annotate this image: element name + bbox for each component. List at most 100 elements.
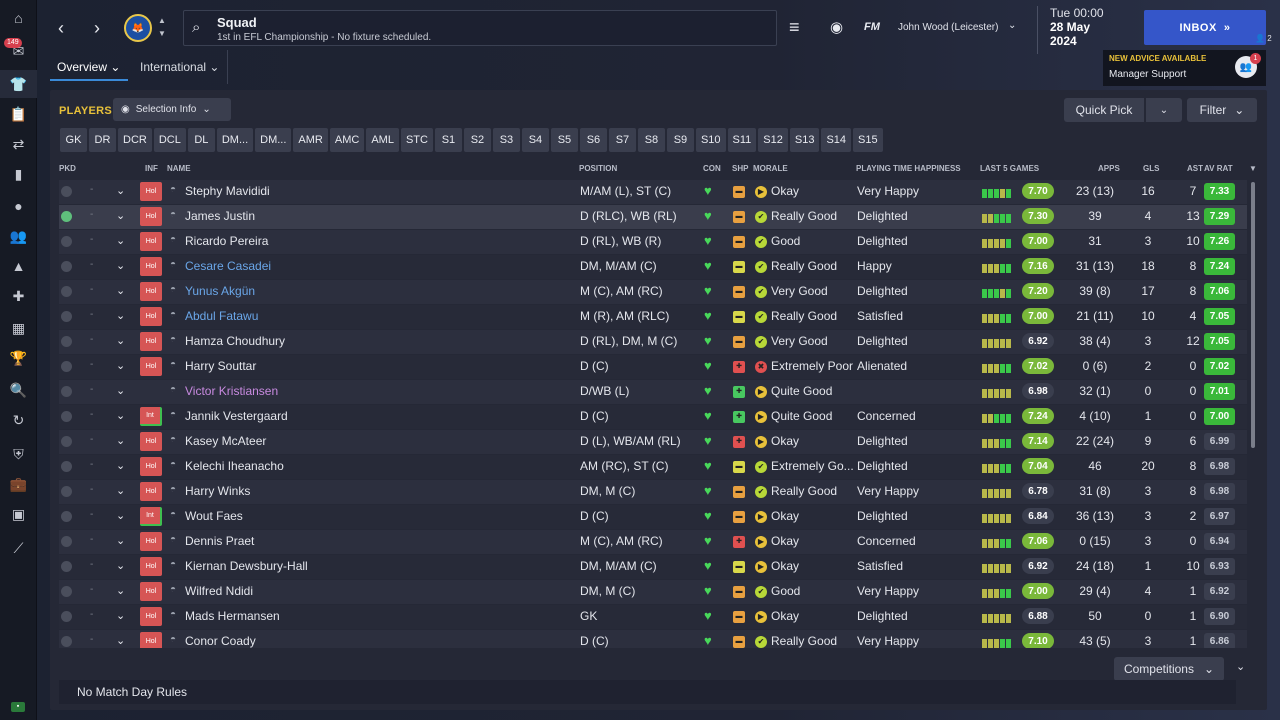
player-name[interactable]: Harry Winks: [185, 484, 250, 498]
tab-position-23[interactable]: S13: [789, 128, 820, 152]
col-avrat[interactable]: AV RAT: [1204, 164, 1233, 173]
picked-indicator[interactable]: [61, 611, 72, 622]
table-row[interactable]: - ⌄ Hol ◓ Stephy Mavididi M/AM (L), ST (C) ♥ ▬ ▶…: [59, 180, 1247, 204]
player-name[interactable]: Wilfred Ndidi: [185, 584, 253, 598]
player-name[interactable]: Hamza Choudhury: [185, 334, 285, 348]
ball-icon[interactable]: ●: [0, 192, 37, 220]
inf-badge[interactable]: Hol: [140, 232, 162, 251]
squad-shirt-icon[interactable]: 👕: [0, 70, 37, 98]
tab-position-18[interactable]: S8: [637, 128, 665, 152]
table-row[interactable]: - ⌄ Hol ◓ Mads Hermansen GK ♥ ▬ ▶ Okay Delighted 6.…: [59, 605, 1247, 629]
col-morale[interactable]: MORALE: [753, 164, 788, 173]
status-icon[interactable]: ▪: [11, 702, 25, 712]
picked-indicator[interactable]: [61, 336, 72, 347]
inf-badge[interactable]: Hol: [140, 482, 162, 501]
player-name[interactable]: Abdul Fatawu: [185, 309, 258, 323]
player-name[interactable]: Stephy Mavididi: [185, 184, 270, 198]
table-row[interactable]: - ⌄ Int ◓ Jannik Vestergaard D (C) ♥ ✚ ▶ Quite Go…: [59, 405, 1247, 429]
chevron-down-icon[interactable]: ⌄: [116, 609, 125, 622]
chevron-down-icon[interactable]: ⌄: [116, 584, 125, 597]
staff-icon[interactable]: 👥: [0, 222, 37, 250]
club-shield-icon[interactable]: ⛨: [0, 440, 37, 468]
player-name[interactable]: Kiernan Dewsbury-Hall: [185, 559, 308, 573]
training-icon[interactable]: ▲: [0, 252, 37, 280]
table-row[interactable]: - ⌄ Hol ◓ James Justin D (RLC), WB (RL) ♥ ▬ ✔ Rea…: [59, 205, 1247, 229]
calendar-icon[interactable]: ▦: [0, 314, 37, 342]
inf-badge[interactable]: Hol: [140, 582, 162, 601]
player-name[interactable]: Victor Kristiansen: [185, 384, 278, 398]
tab-position-6[interactable]: DM...: [255, 128, 292, 152]
player-name[interactable]: Kelechi Iheanacho: [185, 459, 284, 473]
table-row[interactable]: - ⌄ Hol ◓ Yunus Akgün M (C), AM (RC) ♥ ▬ ✔ Very G…: [59, 280, 1247, 304]
tab-position-5[interactable]: DM...: [216, 128, 254, 152]
inf-badge[interactable]: Hol: [140, 357, 162, 376]
inf-badge[interactable]: Int: [140, 507, 162, 526]
table-row[interactable]: - ⌄ Hol ◓ Wilfred Ndidi DM, M (C) ♥ ▬ ✔ Good Very …: [59, 580, 1247, 604]
report-icon[interactable]: ▮: [0, 160, 37, 188]
tab-position-24[interactable]: S14: [821, 128, 852, 152]
col-ast[interactable]: AST: [1187, 164, 1203, 173]
transfer-icon[interactable]: ⇄: [0, 130, 37, 158]
table-row[interactable]: - ⌄ Hol ◓ Hamza Choudhury D (RL), DM, M (C) ♥ ▬…: [59, 330, 1247, 354]
picked-indicator[interactable]: [61, 311, 72, 322]
player-name[interactable]: Conor Coady: [185, 634, 256, 648]
picked-indicator[interactable]: [61, 561, 72, 572]
tab-position-20[interactable]: S10: [695, 128, 726, 152]
player-name[interactable]: Mads Hermansen: [185, 609, 280, 623]
picked-indicator[interactable]: [61, 461, 72, 472]
chevron-down-icon[interactable]: ⌄: [116, 309, 125, 322]
table-row[interactable]: - ⌄ ◓ Victor Kristiansen D/WB (L) ♥ ✚ ▶ Quite Go…: [59, 380, 1247, 404]
tab-position-0[interactable]: GK: [60, 128, 87, 152]
tab-international[interactable]: International ⌄: [140, 60, 219, 74]
col-con[interactable]: CON: [703, 164, 721, 173]
inf-badge[interactable]: Hol: [140, 332, 162, 351]
player-name[interactable]: Cesare Casadei: [185, 259, 271, 273]
chevron-down-icon[interactable]: ⌄: [116, 184, 125, 197]
inf-badge[interactable]: Hol: [140, 457, 162, 476]
inf-badge[interactable]: Hol: [140, 282, 162, 301]
tab-position-16[interactable]: S6: [579, 128, 607, 152]
tab-position-8[interactable]: AMC: [329, 128, 365, 152]
finance-icon[interactable]: 💼: [0, 470, 37, 498]
selection-info-button[interactable]: ◉ Selection Info ⌄: [113, 98, 231, 121]
chevron-down-icon[interactable]: ⌄: [116, 459, 125, 472]
chevron-down-icon[interactable]: ⌄: [116, 384, 125, 397]
tab-position-17[interactable]: S7: [608, 128, 636, 152]
trophy-icon[interactable]: 🏆: [0, 344, 37, 372]
table-row[interactable]: - ⌄ Hol ◓ Harry Winks DM, M (C) ♥ ▬ ✔ Really Good…: [59, 480, 1247, 504]
home-icon[interactable]: ⌂: [0, 4, 37, 32]
tab-position-25[interactable]: S15: [853, 128, 883, 152]
picked-indicator[interactable]: [61, 286, 72, 297]
medical-icon[interactable]: ✚: [0, 282, 37, 310]
tab-position-1[interactable]: DR: [89, 128, 116, 152]
picked-indicator[interactable]: [61, 261, 72, 272]
picked-indicator[interactable]: [61, 486, 72, 497]
player-name[interactable]: Dennis Praet: [185, 534, 254, 548]
inf-badge[interactable]: Hol: [140, 557, 162, 576]
picked-indicator[interactable]: [61, 511, 72, 522]
col-name[interactable]: NAME: [167, 164, 191, 173]
col-gls[interactable]: GLS: [1143, 164, 1159, 173]
tab-position-11[interactable]: S1: [434, 128, 462, 152]
quick-pick-button[interactable]: Quick Pick: [1064, 98, 1144, 122]
refresh-icon[interactable]: ↻: [0, 406, 37, 434]
sort-arrow-icon[interactable]: ▼: [1249, 164, 1257, 173]
chevron-down-icon[interactable]: ⌄: [116, 259, 125, 272]
globe-icon[interactable]: ◉: [830, 18, 843, 36]
clipboard-icon[interactable]: 📋: [0, 100, 37, 128]
club-switch-icon[interactable]: ▲ ▼: [157, 14, 167, 42]
table-row[interactable]: - ⌄ Hol ◓ Cesare Casadei DM, M/AM (C) ♥ ▬ ✔ Reall…: [59, 255, 1247, 279]
table-row[interactable]: - ⌄ Hol ◓ Kiernan Dewsbury-Hall DM, M/AM (C) ♥…: [59, 555, 1247, 579]
search-icon[interactable]: ⌕: [192, 19, 200, 36]
picked-indicator[interactable]: [61, 536, 72, 547]
tab-position-9[interactable]: AML: [366, 128, 399, 152]
chevron-down-icon[interactable]: ⌄: [116, 559, 125, 572]
inbox-sidebar-icon[interactable]: ✉ 149: [0, 37, 37, 65]
scout-search-icon[interactable]: 🔍: [0, 376, 37, 404]
player-name[interactable]: Ricardo Pereira: [185, 234, 268, 248]
tab-position-4[interactable]: DL: [187, 128, 215, 152]
scrollbar[interactable]: [1251, 182, 1255, 448]
inbox-button[interactable]: INBOX »: [1144, 10, 1266, 45]
picked-indicator[interactable]: [61, 186, 72, 197]
filter-button[interactable]: Filter ⌄: [1187, 98, 1257, 122]
